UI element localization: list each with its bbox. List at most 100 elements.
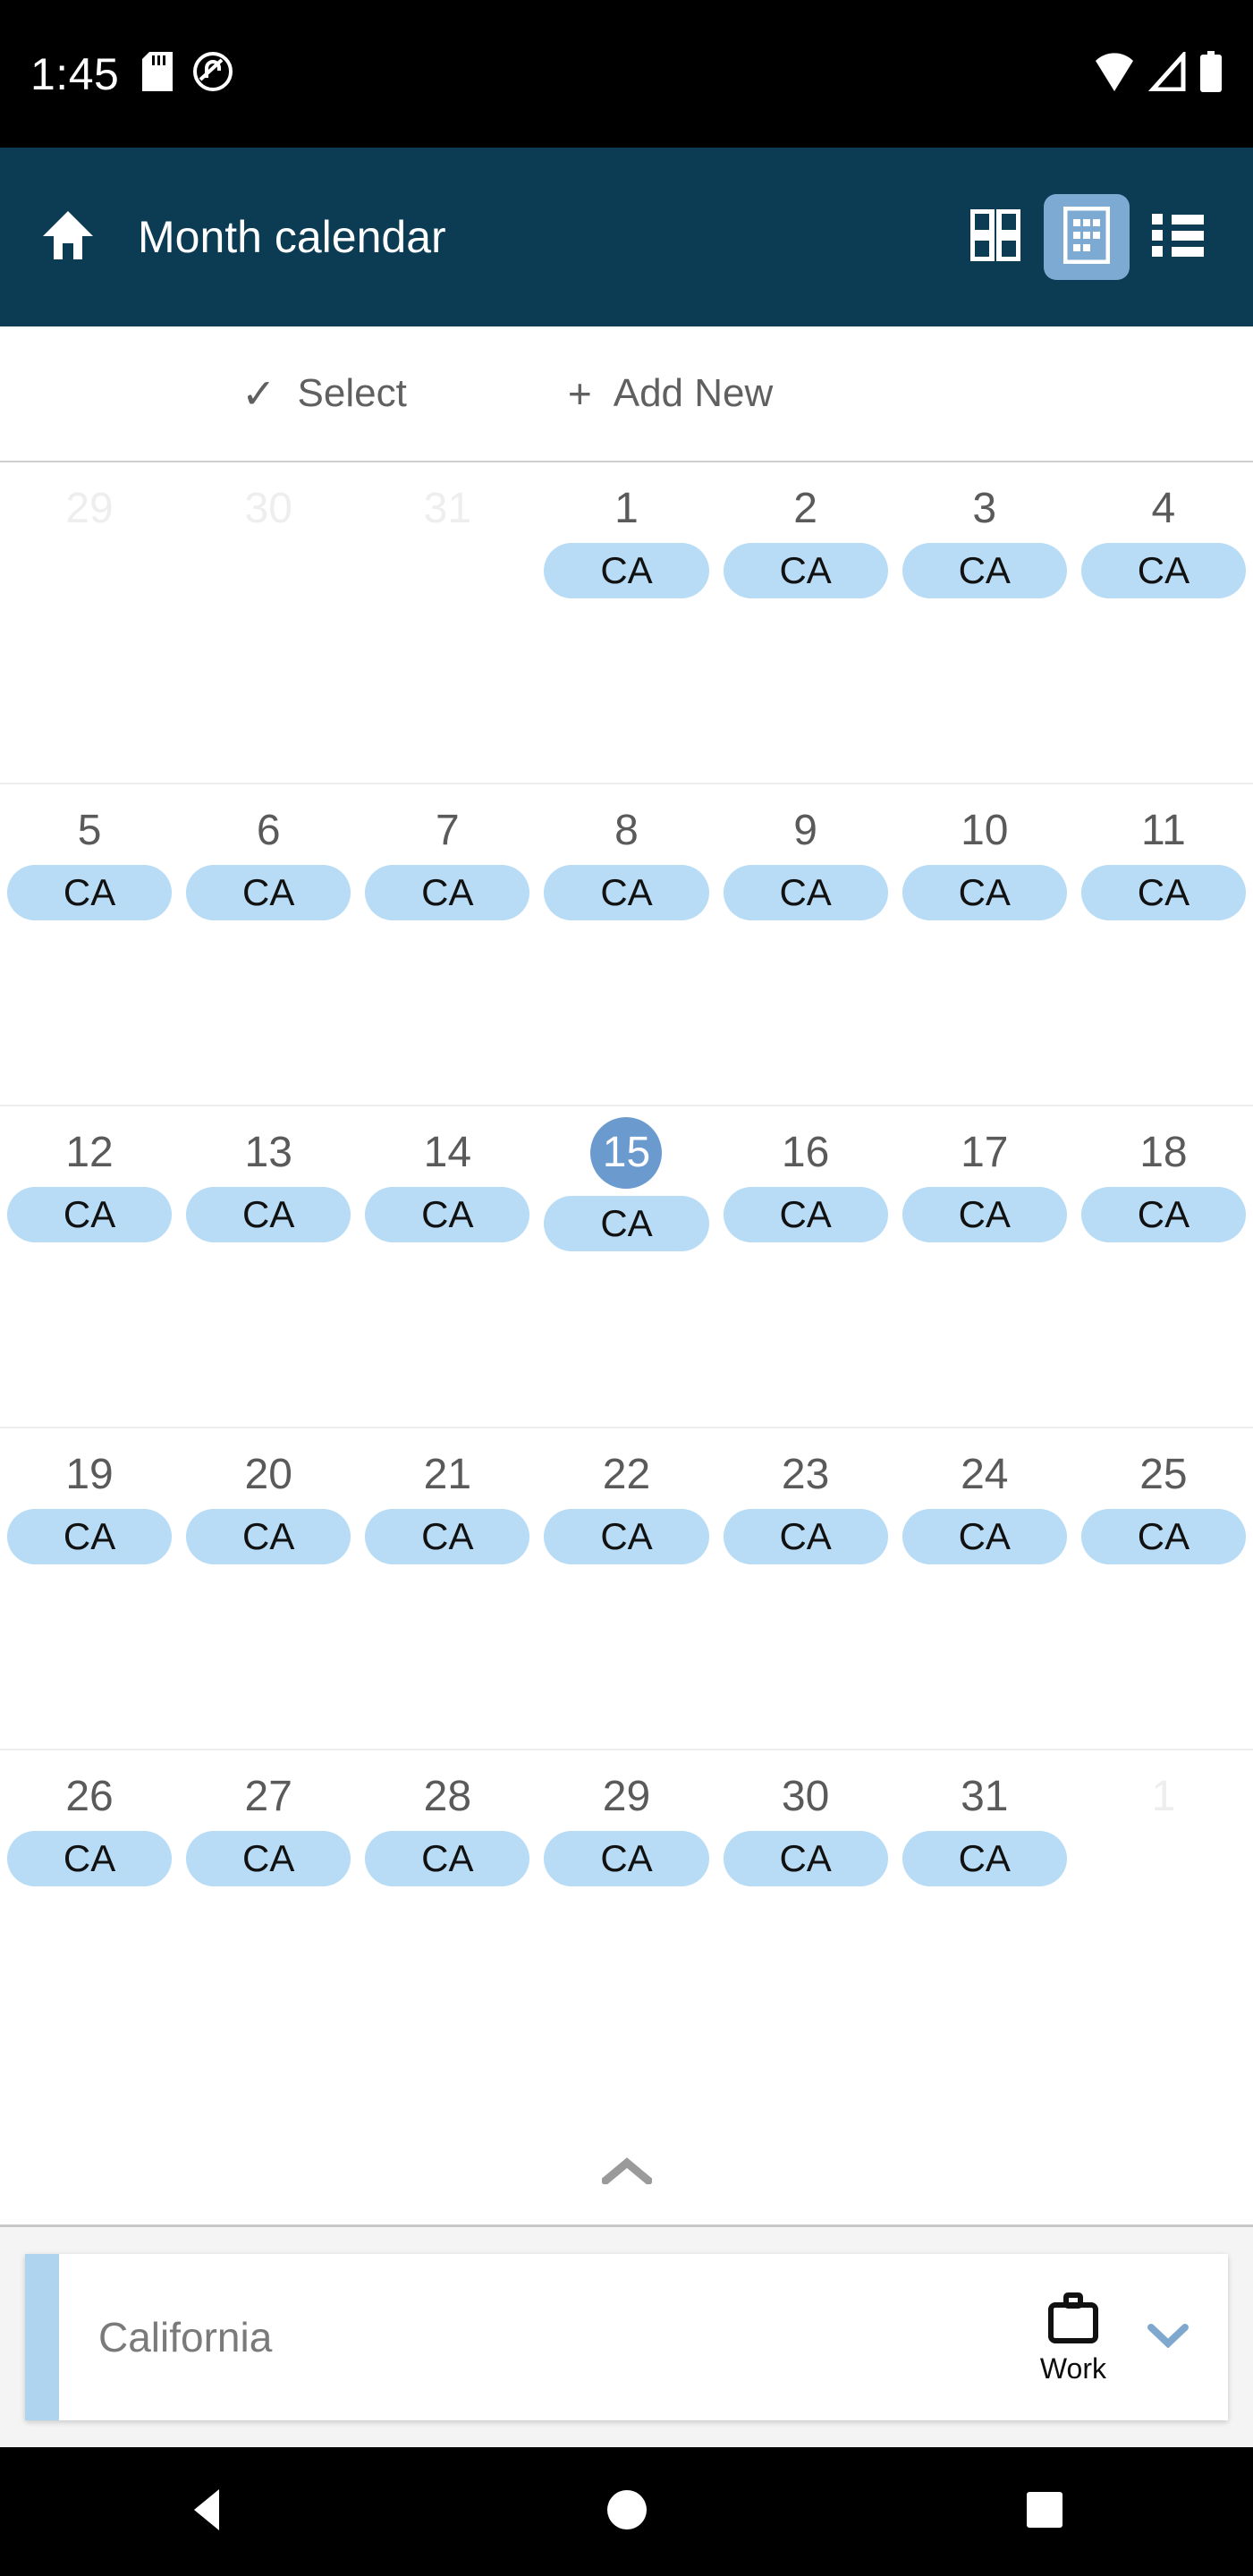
event-card[interactable]: California Work (25, 2254, 1228, 2420)
day-event-chip[interactable]: CA (723, 543, 888, 598)
day-event-chip[interactable]: CA (365, 1831, 530, 1886)
day-number: 22 (602, 1451, 651, 1498)
day-number: 31 (423, 485, 472, 532)
calendar-day-cell[interactable]: 19 CA (0, 1428, 179, 1749)
day-number: 7 (435, 807, 460, 854)
view-toggle-grid[interactable] (952, 194, 1038, 280)
view-toggle-group (952, 194, 1221, 280)
day-event-chip[interactable]: CA (902, 865, 1067, 920)
day-event-chip[interactable]: CA (365, 1187, 530, 1242)
add-new-button[interactable]: + Add New (568, 371, 773, 416)
day-number: 12 (65, 1129, 114, 1176)
day-event-chip[interactable]: CA (544, 1196, 709, 1251)
calendar-day-cell[interactable]: 31 (358, 462, 537, 783)
day-event-slot: CA (1074, 543, 1253, 598)
calendar-day-cell[interactable]: 5 CA (0, 784, 179, 1105)
calendar-day-cell[interactable]: 29 (0, 462, 179, 783)
calendar-day-cell[interactable]: 31 CA (895, 1750, 1074, 2072)
day-event-chip[interactable]: CA (7, 865, 173, 920)
calendar-day-cell[interactable]: 1 (1074, 1750, 1253, 2072)
calendar-day-cell[interactable]: 11 CA (1074, 784, 1253, 1105)
day-event-chip[interactable]: CA (902, 1831, 1067, 1886)
nav-home-button[interactable] (560, 2447, 694, 2576)
calendar-day-cell[interactable]: 23 CA (716, 1428, 895, 1749)
calendar-day-cell[interactable]: 28 CA (358, 1750, 537, 2072)
calendar-day-cell[interactable]: 21 CA (358, 1428, 537, 1749)
view-toggle-month[interactable] (1044, 194, 1130, 280)
day-event-chip[interactable]: CA (723, 1831, 888, 1886)
view-toggle-list[interactable] (1135, 194, 1221, 280)
day-event-chip[interactable]: CA (544, 543, 709, 598)
calendar-week-row: 26 CA 27 CA 28 CA 29 CA 30 CA 31 CA 1 (0, 1750, 1253, 2072)
day-event-chip[interactable]: CA (7, 1187, 173, 1242)
select-button[interactable]: ✓ Select (241, 371, 407, 416)
day-event-chip[interactable]: CA (544, 1509, 709, 1564)
nav-recents-button[interactable] (978, 2447, 1112, 2576)
calendar-day-cell[interactable]: 22 CA (537, 1428, 715, 1749)
back-triangle-icon (189, 2487, 230, 2537)
calendar-day-cell[interactable]: 10 CA (895, 784, 1074, 1105)
day-event-chip[interactable]: CA (902, 543, 1067, 598)
calendar-day-cell[interactable]: 30 CA (716, 1750, 895, 2072)
day-event-chip[interactable]: CA (365, 1509, 530, 1564)
calendar-day-cell[interactable]: 3 CA (895, 462, 1074, 783)
day-event-chip[interactable]: CA (902, 1509, 1067, 1564)
home-button[interactable] (27, 196, 109, 278)
day-number: 20 (244, 1451, 292, 1498)
calendar-day-cell[interactable]: 7 CA (358, 784, 537, 1105)
status-bar: 1:45 (0, 0, 1253, 148)
calendar-day-cell[interactable]: 18 CA (1074, 1106, 1253, 1427)
day-event-slot: CA (179, 865, 358, 920)
calendar-day-cell[interactable]: 4 CA (1074, 462, 1253, 783)
day-number: 6 (256, 807, 281, 854)
calendar-week-row: 29 30 31 1 CA 2 CA 3 CA 4 CA (0, 462, 1253, 784)
day-event-chip[interactable]: CA (186, 1187, 351, 1242)
calendar-day-cell[interactable]: 29 CA (537, 1750, 715, 2072)
calendar-day-cell[interactable]: 30 (179, 462, 358, 783)
day-event-chip[interactable]: CA (1080, 543, 1246, 598)
day-event-chip[interactable]: CA (723, 1509, 888, 1564)
sheet-collapse-handle[interactable] (0, 2122, 1253, 2227)
calendar-day-cell[interactable]: 13 CA (179, 1106, 358, 1427)
day-event-chip[interactable]: CA (7, 1831, 173, 1886)
day-event-chip[interactable]: CA (7, 1509, 173, 1564)
day-number: 28 (423, 1773, 472, 1820)
calendar-day-cell[interactable]: 12 CA (0, 1106, 179, 1427)
day-event-chip[interactable]: CA (723, 1187, 888, 1242)
day-number: 16 (781, 1129, 830, 1176)
day-event-slot: CA (895, 543, 1074, 598)
app-root: 1:45 Month calendar ✓ Select + Add New 2… (0, 0, 1253, 2576)
day-event-chip[interactable]: CA (1080, 865, 1246, 920)
calendar-day-cell[interactable]: 20 CA (179, 1428, 358, 1749)
calendar-day-cell[interactable]: 14 CA (358, 1106, 537, 1427)
month-calendar-grid: 29 30 31 1 CA 2 CA 3 CA 4 CA 5 CA 6 CA 7 CA 8 CA 9 CA 10 CA 11 C… (0, 462, 1253, 2122)
calendar-day-cell[interactable]: 15 CA (537, 1106, 715, 1427)
event-expand-button[interactable] (1147, 2323, 1189, 2352)
calendar-day-cell[interactable]: 9 CA (716, 784, 895, 1105)
calendar-day-cell[interactable]: 8 CA (537, 784, 715, 1105)
calendar-day-cell[interactable]: 6 CA (179, 784, 358, 1105)
day-event-chip[interactable]: CA (186, 1509, 351, 1564)
nav-back-button[interactable] (142, 2447, 276, 2576)
calendar-day-cell[interactable]: 17 CA (895, 1106, 1074, 1427)
event-color-accent (25, 2254, 59, 2420)
day-event-chip[interactable]: CA (544, 865, 709, 920)
calendar-day-cell[interactable]: 24 CA (895, 1428, 1074, 1749)
calendar-week-row: 5 CA 6 CA 7 CA 8 CA 9 CA 10 CA 11 CA (0, 784, 1253, 1106)
day-event-chip[interactable]: CA (1080, 1187, 1246, 1242)
day-event-chip[interactable]: CA (186, 1831, 351, 1886)
day-event-chip[interactable]: CA (1080, 1509, 1246, 1564)
calendar-day-cell[interactable]: 27 CA (179, 1750, 358, 2072)
day-event-chip[interactable]: CA (186, 865, 351, 920)
calendar-day-cell[interactable]: 25 CA (1074, 1428, 1253, 1749)
day-event-chip[interactable]: CA (544, 1831, 709, 1886)
day-number: 13 (244, 1129, 292, 1176)
day-event-slot: CA (537, 543, 715, 598)
calendar-day-cell[interactable]: 1 CA (537, 462, 715, 783)
calendar-day-cell[interactable]: 16 CA (716, 1106, 895, 1427)
calendar-day-cell[interactable]: 2 CA (716, 462, 895, 783)
day-event-chip[interactable]: CA (365, 865, 530, 920)
day-event-chip[interactable]: CA (723, 865, 888, 920)
day-event-chip[interactable]: CA (902, 1187, 1067, 1242)
calendar-day-cell[interactable]: 26 CA (0, 1750, 179, 2072)
